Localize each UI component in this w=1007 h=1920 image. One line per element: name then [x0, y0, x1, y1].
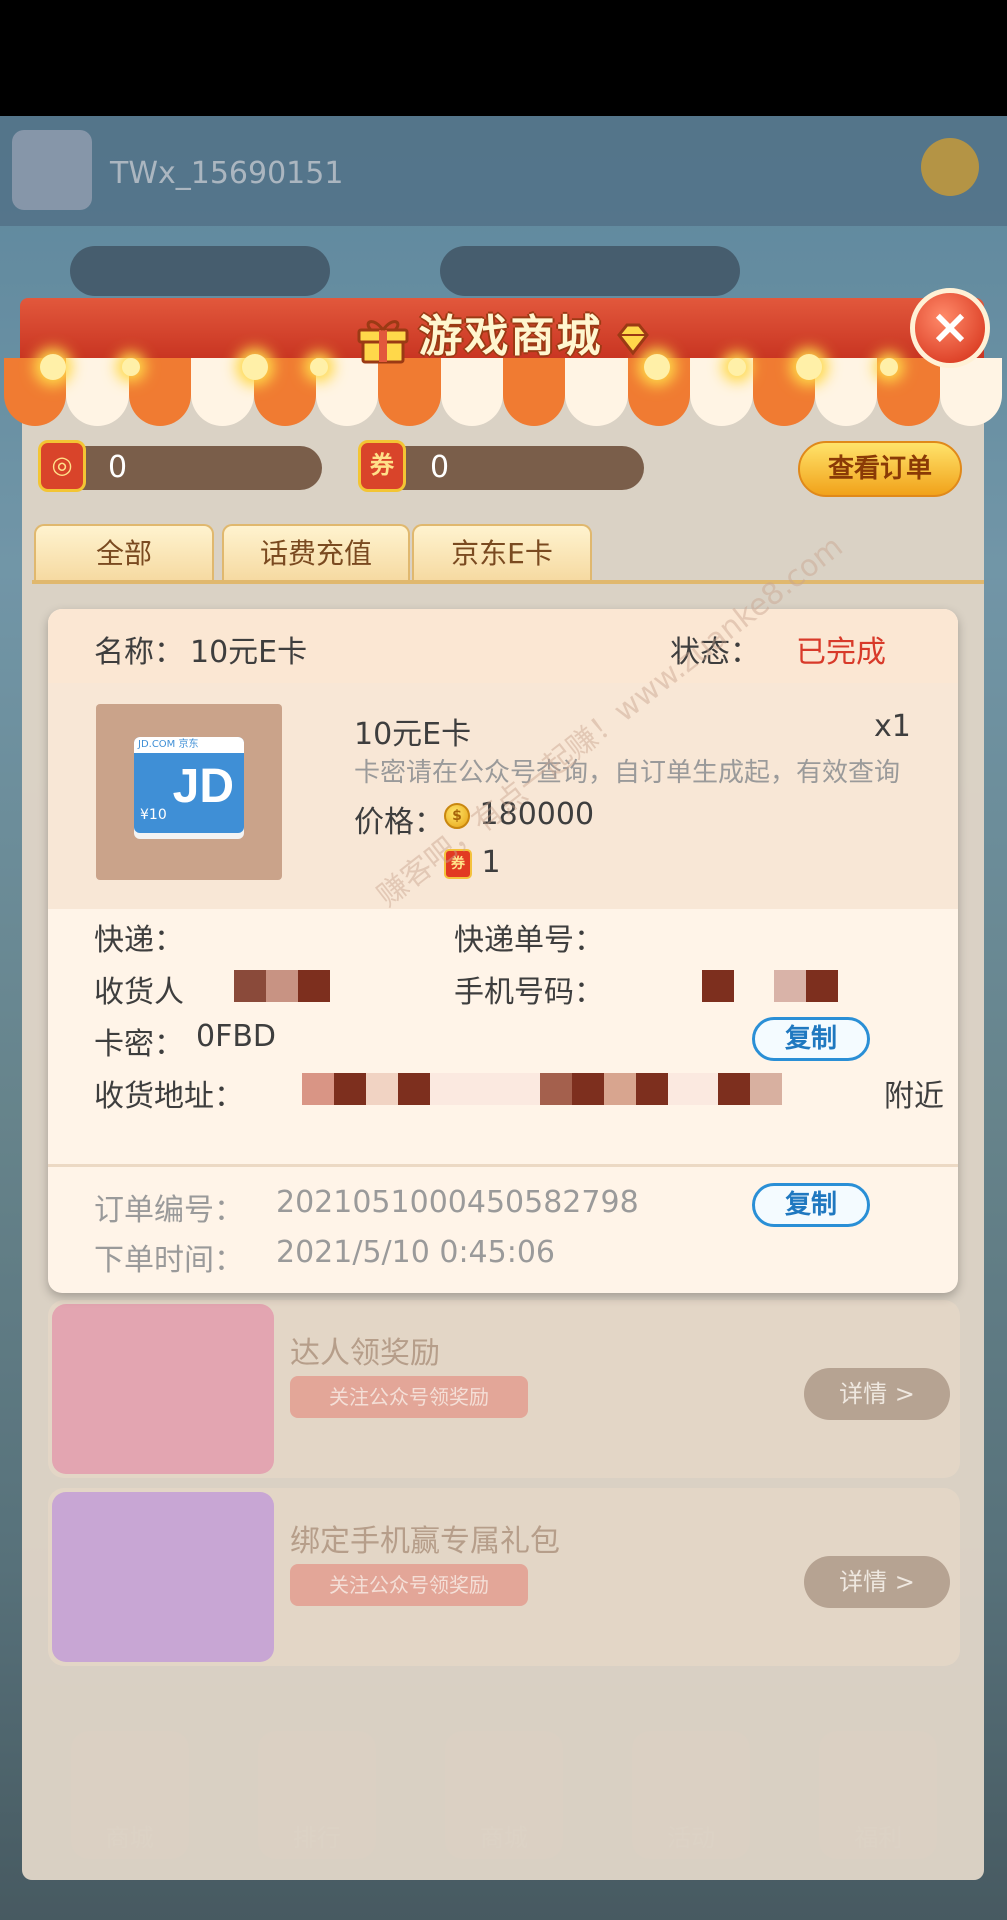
receiver-label: 收货人 [94, 975, 184, 1010]
promo-detail-button[interactable]: 详情 > [804, 1368, 950, 1420]
address-label: 收货地址： [94, 1079, 244, 1114]
tab-phone-recharge[interactable]: 话费充值 [222, 524, 410, 582]
view-orders-button[interactable]: 查看订单 [798, 441, 962, 497]
address-redacted [302, 1073, 782, 1105]
tab-all[interactable]: 全部 [34, 524, 214, 582]
order-time-label: 下单时间： [94, 1243, 244, 1278]
coupons-pill [368, 446, 644, 490]
name-value: 10元E卡 [190, 635, 308, 670]
order-detail-card: 名称： 10元E卡 状态： 已完成 JD.COM 京东 JD ¥10 10元E卡… [48, 609, 958, 1293]
gift-icon [357, 320, 408, 364]
shop-title-text: 游戏商城 [418, 311, 603, 362]
tab-jd-ecard[interactable]: 京东E卡 [412, 524, 592, 582]
product-quantity: x1 [874, 709, 911, 744]
express-no-label: 快递单号： [454, 923, 604, 958]
promo-tag: 关注公众号领奖励 [290, 1376, 528, 1418]
jd-card-image: JD.COM 京东 JD ¥10 [134, 737, 244, 833]
promo-detail-button[interactable]: 详情 > [804, 1556, 950, 1608]
promo-title: 达人领奖励 [290, 1336, 440, 1371]
shop-title: 游戏商城 [0, 300, 1007, 364]
price-coupons-value: 1 [481, 845, 501, 880]
receiver-redacted [234, 970, 330, 1002]
product-note: 卡密请在公众号查询，自订单生成起，有效查询 [354, 758, 901, 788]
promo-list: 达人领奖励 关注公众号领奖励 详情 > 绑定手机赢专属礼包 关注公众号领奖励 详… [48, 1300, 960, 1676]
name-label: 名称： [94, 635, 184, 670]
promo-thumbnail [52, 1492, 274, 1662]
card-secret-value: 0FBD [196, 1019, 277, 1054]
promo-item: 绑定手机赢专属礼包 关注公众号领奖励 详情 > [48, 1488, 960, 1666]
status-badge: 已完成 [796, 635, 886, 670]
order-time-value: 2021/5/10 0:45:06 [276, 1235, 556, 1270]
copy-order-no-button[interactable]: 复制 [752, 1183, 870, 1227]
order-no-label: 订单编号： [94, 1193, 244, 1228]
close-button[interactable]: × [910, 288, 990, 368]
phone-label: 手机号码： [454, 975, 604, 1010]
tab-strip [32, 580, 984, 584]
coins-pill [46, 446, 322, 490]
address-tail: 附近 [884, 1079, 944, 1114]
card-secret-label: 卡密： [94, 1027, 184, 1062]
divider [48, 1164, 958, 1167]
diamond-icon [616, 323, 649, 356]
promo-item: 达人领奖励 关注公众号领奖励 详情 > [48, 1300, 960, 1478]
promo-thumbnail [52, 1304, 274, 1474]
coins-value: 0 [108, 450, 128, 485]
order-no-value: 2021051000450582798 [276, 1185, 639, 1220]
product-name: 10元E卡 [354, 717, 472, 752]
express-label: 快递： [94, 923, 184, 958]
promo-tag: 关注公众号领奖励 [290, 1564, 528, 1606]
coupons-value: 0 [430, 450, 450, 485]
copy-card-secret-button[interactable]: 复制 [752, 1017, 870, 1061]
coupon-icon: 券 [358, 440, 406, 492]
promo-title: 绑定手机赢专属礼包 [290, 1524, 560, 1559]
phone-redacted [702, 970, 838, 1002]
coin-bag-icon: ◎ [38, 440, 86, 492]
